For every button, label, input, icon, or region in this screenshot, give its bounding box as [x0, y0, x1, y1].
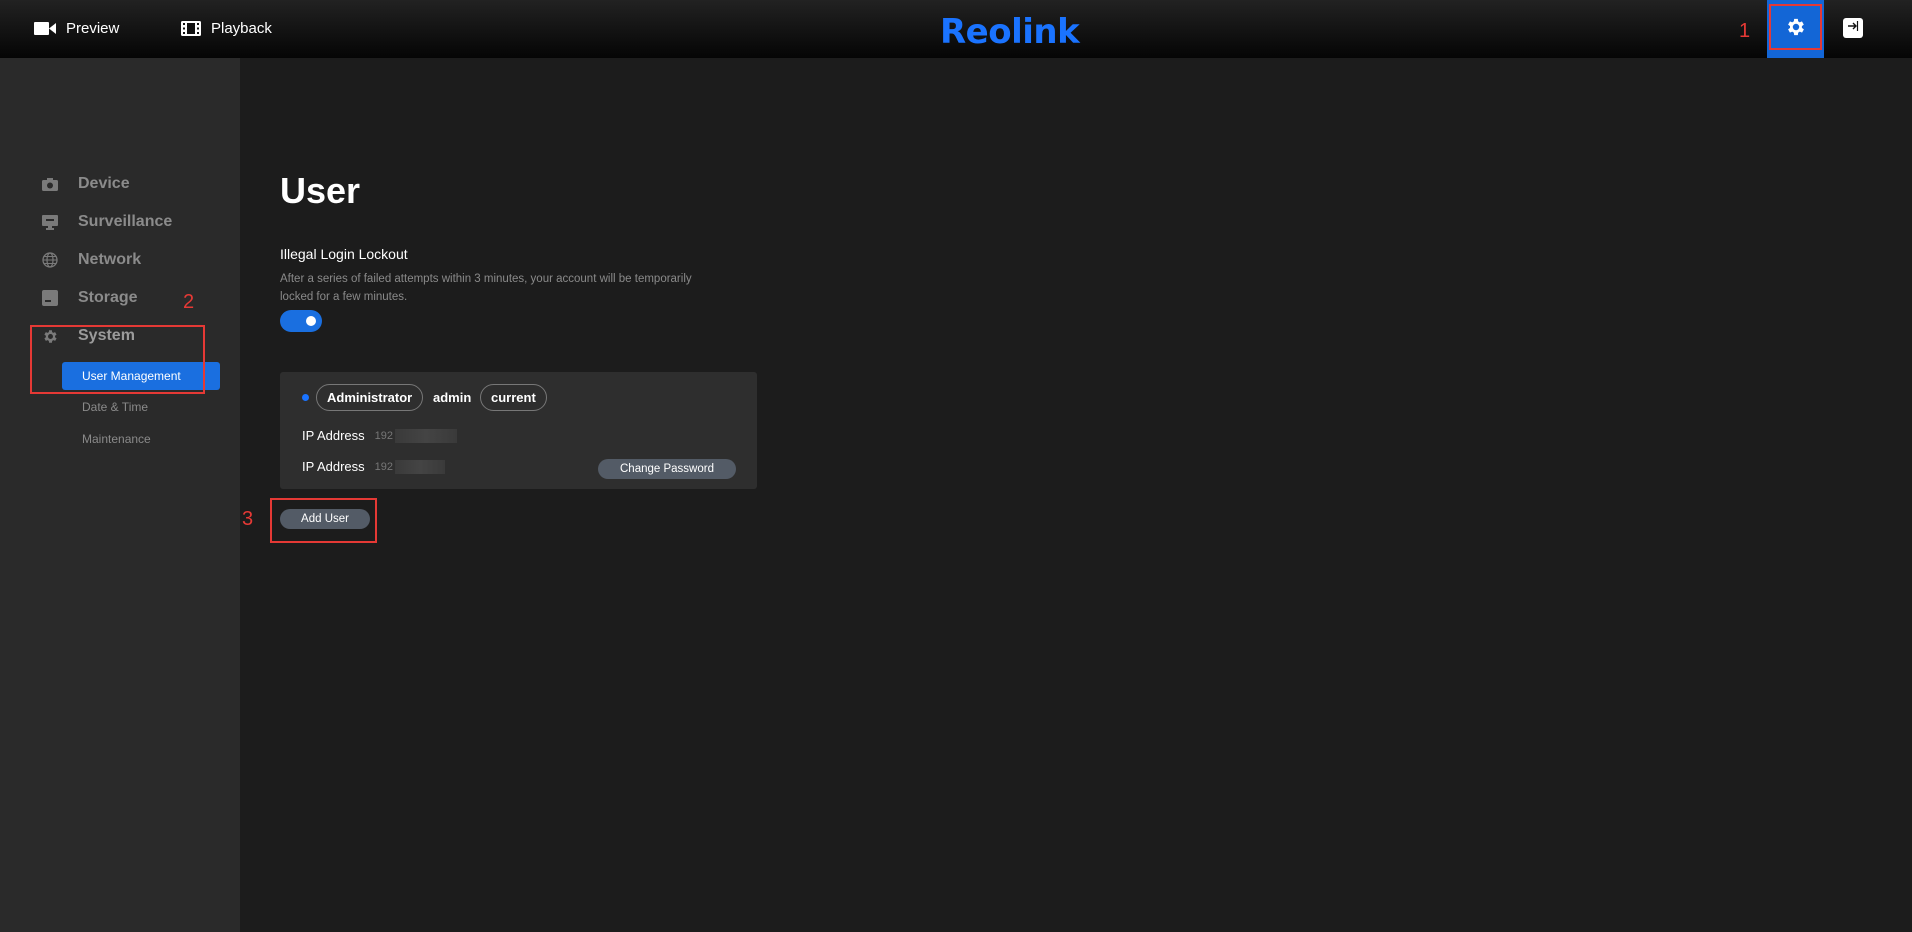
annotation-box-1 [1769, 4, 1822, 50]
camera-icon [41, 175, 59, 193]
lockout-title: Illegal Login Lockout [280, 246, 408, 262]
lockout-description: After a series of failed attempts within… [280, 273, 692, 303]
ip-value: 192 [374, 459, 445, 474]
monitor-icon [41, 213, 59, 231]
change-password-button[interactable]: Change Password [598, 459, 736, 479]
sidebar-item-device[interactable]: Device [41, 175, 130, 193]
username: admin [433, 390, 472, 405]
toggle-knob [306, 316, 316, 326]
ip-row: IP Address 192 [302, 428, 457, 443]
sidebar-item-network[interactable]: Network [41, 251, 141, 269]
logout-button[interactable] [1843, 18, 1863, 38]
reolink-logo: Reolink [940, 12, 1080, 52]
user-card: Administrator admin current IP Address 1… [280, 372, 757, 489]
storage-icon [41, 289, 59, 307]
preview-link[interactable]: Preview [34, 20, 119, 37]
ip-label: IP Address [302, 459, 365, 474]
ip-row: IP Address 192 [302, 459, 445, 474]
globe-icon [41, 251, 59, 269]
ip-value-text: 192 [374, 429, 393, 442]
film-icon [181, 21, 201, 36]
playback-label: Playback [211, 20, 272, 37]
page-title: User [280, 170, 361, 211]
sidebar-subitem-date-time[interactable]: Date & Time [82, 400, 148, 414]
top-bar: Preview Playback Reolink [0, 0, 1912, 58]
ip-value-text: 192 [374, 460, 393, 473]
annotation-number-1: 1 [1739, 20, 1751, 42]
sidebar-item-surveillance[interactable]: Surveillance [41, 213, 172, 231]
sidebar-item-label: Storage [78, 289, 138, 306]
sidebar-item-storage[interactable]: Storage [41, 289, 138, 307]
redacted-area [395, 459, 445, 474]
preview-label: Preview [66, 20, 120, 37]
ip-value: 192 [374, 428, 457, 443]
role-badge: Administrator [316, 384, 424, 411]
current-badge: current [480, 384, 547, 411]
ip-label: IP Address [302, 428, 365, 443]
annotation-box-2 [30, 325, 205, 394]
lockout-toggle[interactable] [280, 310, 322, 332]
sidebar-item-label: Surveillance [78, 213, 173, 230]
sidebar-subitem-maintenance[interactable]: Maintenance [82, 432, 151, 446]
sidebar: Device Surveillance Network Storage Syst… [0, 58, 240, 932]
user-status-dot [302, 394, 309, 401]
annotation-number-2: 2 [183, 291, 195, 313]
sidebar-item-label: Network [78, 251, 142, 268]
annotation-number-3: 3 [242, 508, 254, 530]
logout-icon [1847, 19, 1859, 37]
sidebar-item-label: Device [78, 175, 130, 192]
video-camera-icon [34, 21, 56, 36]
redacted-area [395, 428, 457, 443]
playback-link[interactable]: Playback [181, 20, 272, 37]
annotation-box-3 [270, 498, 377, 543]
